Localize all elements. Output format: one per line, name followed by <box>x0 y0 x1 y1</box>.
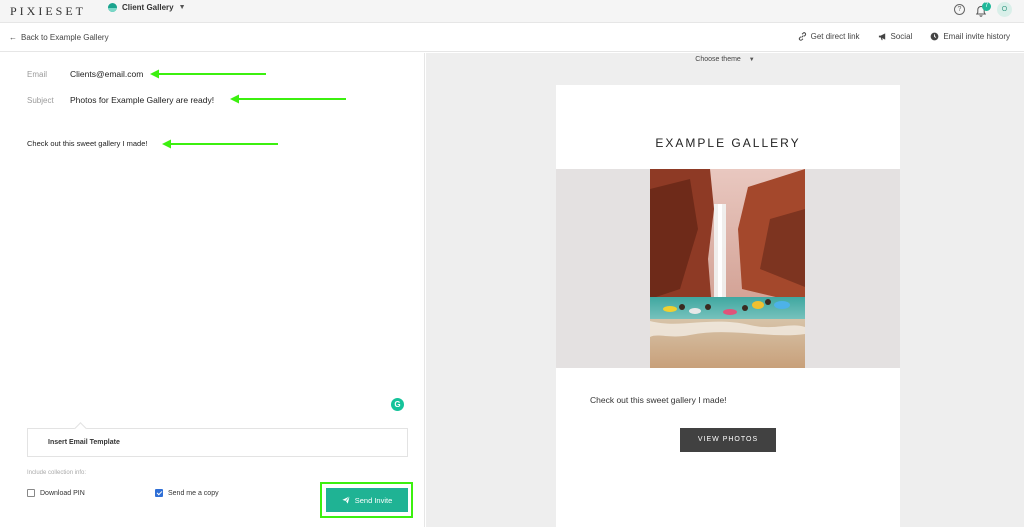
download-pin-checkbox[interactable] <box>27 489 35 497</box>
get-direct-link-label: Get direct link <box>810 32 860 41</box>
sub-bar: ← Back to Example Gallery Get direct lin… <box>0 24 1024 52</box>
link-icon <box>798 32 806 41</box>
email-invite-history-button[interactable]: Email invite history <box>930 32 1010 41</box>
preview-message: Check out this sweet gallery I made! <box>590 395 727 405</box>
back-link[interactable]: ← Back to Example Gallery <box>9 33 109 42</box>
chevron-down-icon: ▼ <box>748 57 755 63</box>
download-pin-label: Download PIN <box>40 489 85 497</box>
clock-icon <box>930 32 939 41</box>
annotation-arrow-icon <box>150 69 266 79</box>
email-label: Email <box>27 69 48 79</box>
header-actions: Get direct link Social Email invite hist… <box>798 32 1010 41</box>
back-link-label: Back to Example Gallery <box>21 33 109 42</box>
compose-panel: Email Clients@email.com Subject Photos f… <box>0 53 425 527</box>
notification-badge: 7 <box>982 1 991 11</box>
subject-row: Subject Photos for Example Gallery are r… <box>27 95 214 105</box>
gallery-title: EXAMPLE GALLERY <box>655 136 801 150</box>
send-invite-button[interactable]: Send Invite <box>326 488 408 512</box>
top-bar: PIXIESET Client Gallery ▼ ? 7 O <box>0 0 1024 23</box>
download-pin-option[interactable]: Download PIN <box>27 489 85 497</box>
social-button[interactable]: Social <box>878 32 913 41</box>
subject-field[interactable]: Photos for Example Gallery are ready! <box>70 95 214 105</box>
annotation-arrow-icon <box>230 94 346 104</box>
email-preview-panel: Choose theme ▼ EXAMPLE GALLERY Check out… <box>426 53 1024 527</box>
email-preview-card: EXAMPLE GALLERY Check out this sweet gal… <box>556 85 900 527</box>
email-invite-history-label: Email invite history <box>943 32 1010 41</box>
app-switcher-label: Client Gallery <box>122 3 174 12</box>
get-direct-link-button[interactable]: Get direct link <box>798 32 860 41</box>
send-copy-option[interactable]: Send me a copy <box>155 489 219 497</box>
arrow-left-icon: ← <box>9 33 17 42</box>
waterfall-photo-image <box>650 169 805 368</box>
client-gallery-icon <box>108 3 117 12</box>
app-switcher[interactable]: Client Gallery ▼ <box>108 3 186 12</box>
view-photos-button[interactable]: VIEW PHOTOS <box>680 428 776 452</box>
avatar[interactable]: O <box>997 2 1012 17</box>
send-copy-checkbox[interactable] <box>155 489 163 497</box>
cover-photo <box>650 169 805 368</box>
megaphone-icon <box>878 33 885 41</box>
top-icons: ? 7 O <box>954 1 1012 17</box>
choose-theme-dropdown[interactable]: Choose theme ▼ <box>426 56 1024 63</box>
include-collection-info-label: Include collection info: <box>27 470 87 476</box>
email-field[interactable]: Clients@email.com <box>70 69 143 79</box>
annotation-arrow-icon <box>162 139 278 149</box>
subject-label: Subject <box>27 95 54 105</box>
insert-email-template-button[interactable]: Insert Email Template <box>27 428 408 457</box>
message-body[interactable]: Check out this sweet gallery I made! <box>27 139 147 148</box>
email-row: Email Clients@email.com <box>27 69 143 79</box>
send-copy-label: Send me a copy <box>168 489 219 497</box>
grammarly-icon[interactable]: G <box>391 398 404 411</box>
chevron-down-icon: ▼ <box>178 4 186 11</box>
cover-image-band <box>556 169 900 368</box>
send-invite-label: Send Invite <box>354 495 393 505</box>
pixieset-logo[interactable]: PIXIESET <box>10 4 86 19</box>
choose-theme-label: Choose theme <box>695 56 741 63</box>
help-icon[interactable]: ? <box>954 4 965 15</box>
social-label: Social <box>890 32 913 41</box>
notifications-button[interactable]: 7 <box>975 1 991 17</box>
insert-email-template-label: Insert Email Template <box>48 439 120 446</box>
paper-plane-icon <box>342 496 350 504</box>
